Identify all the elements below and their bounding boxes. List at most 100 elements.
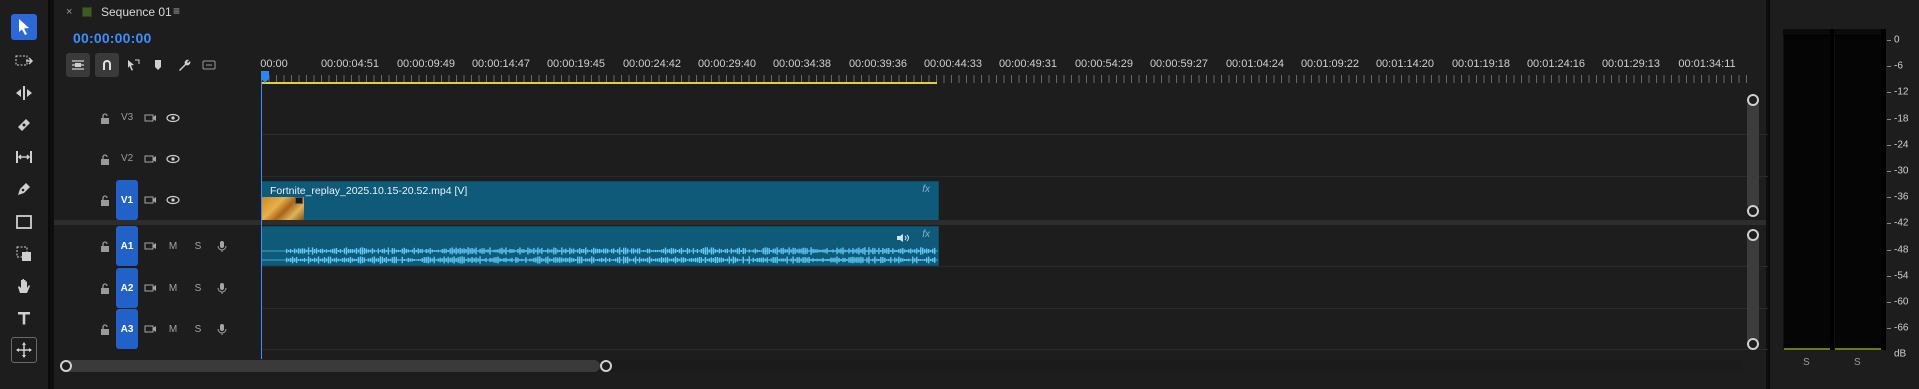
- track-header-a1: A1 M S: [54, 226, 261, 266]
- eye-icon[interactable]: [166, 111, 180, 125]
- scrollbar-handle-top[interactable]: [1747, 94, 1759, 106]
- lock-icon[interactable]: [99, 323, 111, 335]
- sync-lock-icon[interactable]: [143, 239, 157, 253]
- db-tick: [1887, 249, 1891, 251]
- db-label: -12: [1894, 86, 1909, 98]
- timeline-settings-wrench-icon[interactable]: [172, 53, 196, 77]
- track-a2: A2 M S: [54, 268, 1744, 308]
- timeline-panel: × Sequence 01 ≡ 00:00:00:00 00:00 00:00:…: [54, 0, 1788, 389]
- microphone-icon[interactable]: [215, 281, 229, 295]
- fx-badge[interactable]: fx: [922, 229, 930, 240]
- lock-icon[interactable]: [99, 240, 111, 252]
- video-clip[interactable]: Fortnite_replay_2025.10.15-20.52.mp4 [V]…: [261, 181, 939, 221]
- hand-icon[interactable]: [11, 273, 37, 299]
- ruler-label: 00:00:49:31: [998, 58, 1058, 70]
- mute-button[interactable]: M: [166, 281, 180, 295]
- eye-icon[interactable]: [166, 152, 180, 166]
- track-v2: V2: [54, 143, 1744, 176]
- solo-button[interactable]: S: [191, 322, 205, 336]
- ruler-label: 00:00:34:38: [772, 58, 832, 70]
- sync-lock-icon[interactable]: [143, 152, 157, 166]
- sequence-tab[interactable]: × Sequence 01 ≡: [54, 0, 1766, 26]
- pen-icon[interactable]: [11, 176, 37, 202]
- clip-title: Fortnite_replay_2025.10.15-20.52.mp4 [V]: [270, 185, 468, 197]
- lock-icon[interactable]: [99, 194, 111, 206]
- microphone-icon[interactable]: [215, 322, 229, 336]
- microphone-icon[interactable]: [215, 239, 229, 253]
- db-tick: [1887, 144, 1891, 146]
- time-ruler[interactable]: 00:00 00:00:04:51 00:00:09:49 00:00:14:4…: [260, 55, 1749, 85]
- db-label: -66: [1894, 322, 1909, 334]
- zoom-scrollbar-thumb[interactable]: [60, 360, 600, 372]
- lock-icon[interactable]: [99, 282, 111, 294]
- ripple-edit-icon[interactable]: [11, 80, 37, 106]
- video-tracks-scrollbar[interactable]: [1747, 100, 1759, 210]
- sync-lock-icon[interactable]: [143, 322, 157, 336]
- fx-badge[interactable]: fx: [922, 184, 930, 195]
- ruler-label: 00:00: [260, 58, 288, 70]
- add-marker-icon[interactable]: [146, 53, 170, 77]
- peak-indicator-right[interactable]: [1834, 29, 1881, 35]
- db-tick: [1887, 66, 1891, 68]
- sync-lock-icon[interactable]: [143, 193, 157, 207]
- solo-button[interactable]: S: [191, 281, 205, 295]
- linked-selection-icon[interactable]: [121, 53, 145, 77]
- mute-button[interactable]: M: [166, 322, 180, 336]
- audio-keyframe-icon[interactable]: [896, 230, 910, 242]
- track-target-a3[interactable]: A3: [116, 309, 138, 349]
- close-tab-button[interactable]: ×: [66, 6, 72, 18]
- sync-lock-icon[interactable]: [143, 111, 157, 125]
- selection-tool-icon[interactable]: [11, 14, 37, 40]
- insert-nest-icon[interactable]: [66, 53, 90, 77]
- mute-button[interactable]: M: [166, 239, 180, 253]
- ruler-label: 00:00:04:51: [320, 58, 380, 70]
- eye-icon[interactable]: [166, 193, 180, 207]
- track-select-forward-icon[interactable]: [11, 48, 37, 74]
- db-label: 0: [1894, 34, 1900, 46]
- lock-icon[interactable]: [99, 112, 111, 124]
- video-audio-divider[interactable]: [54, 220, 1766, 225]
- type-icon[interactable]: [11, 305, 37, 331]
- tools-panel: [0, 0, 50, 389]
- extract-icon[interactable]: [11, 241, 37, 267]
- audio-waveform: [262, 247, 938, 264]
- ruler-label: 00:00:39:36: [848, 58, 908, 70]
- zoom-handle-left[interactable]: [60, 360, 72, 372]
- zoom-handle-right[interactable]: [600, 360, 612, 372]
- solo-button[interactable]: S: [191, 239, 205, 253]
- track-separator: [261, 134, 1788, 135]
- solo-left-button[interactable]: S: [1803, 357, 1810, 368]
- scrollbar-handle-top[interactable]: [1747, 229, 1759, 241]
- audio-tracks-scrollbar[interactable]: [1747, 234, 1759, 344]
- ruler-label: 00:00:44:33: [923, 58, 983, 70]
- playhead-timecode[interactable]: 00:00:00:00: [73, 30, 151, 46]
- track-header-a3: A3 M S: [54, 309, 261, 349]
- move-target-icon[interactable]: [11, 337, 37, 363]
- lock-icon[interactable]: [99, 153, 111, 165]
- panel-menu-icon[interactable]: ≡: [173, 4, 180, 18]
- rectangle-icon[interactable]: [11, 209, 37, 235]
- clip-thumbnail: [262, 197, 304, 221]
- audio-meters-panel: 0 -6 -12 -18 -24 -30 -36 -42 -48 -54 -60 -66 dB S S: [1768, 0, 1919, 389]
- playhead-line[interactable]: [261, 82, 262, 359]
- razor-icon[interactable]: [11, 112, 37, 138]
- track-target-a2[interactable]: A2: [116, 268, 138, 308]
- track-target-v1[interactable]: V1: [116, 180, 138, 220]
- scrollbar-handle-bottom[interactable]: [1747, 338, 1759, 350]
- slip-icon[interactable]: [11, 144, 37, 170]
- audio-clip[interactable]: fx: [261, 226, 939, 266]
- thumbnail-badge-icon: [295, 197, 303, 204]
- captions-icon[interactable]: [197, 53, 221, 77]
- scrollbar-handle-bottom[interactable]: [1747, 205, 1759, 217]
- snap-magnet-icon[interactable]: [95, 53, 119, 77]
- timeline-zoom-scrollbar[interactable]: [60, 360, 1743, 372]
- meter-channel-right: [1834, 36, 1881, 350]
- track-target-a1[interactable]: A1: [116, 226, 138, 266]
- track-name-v3[interactable]: V3: [121, 112, 133, 123]
- track-name-v2[interactable]: V2: [121, 153, 133, 164]
- solo-right-button[interactable]: S: [1854, 357, 1861, 368]
- peak-indicator-left[interactable]: [1783, 29, 1830, 35]
- sync-lock-icon[interactable]: [143, 281, 157, 295]
- sequence-name[interactable]: Sequence 01: [101, 5, 172, 19]
- work-area-bar[interactable]: [261, 82, 937, 84]
